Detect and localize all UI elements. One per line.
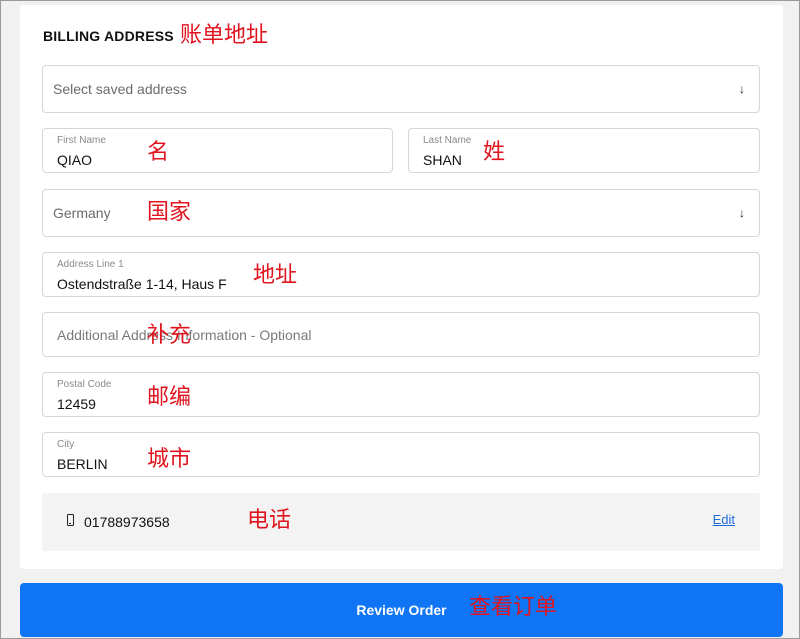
first-name-annotation: 名	[147, 140, 170, 165]
last-name-annotation: 姓	[483, 140, 506, 165]
postal-code-label: Postal Code	[57, 379, 112, 390]
phone-section: 01788973658 电话 Edit	[42, 493, 760, 551]
additional-info-annotation: 补充	[147, 323, 192, 348]
first-name-value: QIAO	[57, 152, 93, 168]
arrow-down-icon: ↓	[739, 206, 745, 220]
arrow-down-icon: ↓	[739, 82, 745, 96]
address-annotation: 地址	[253, 263, 298, 288]
edit-phone-link[interactable]: Edit	[713, 512, 735, 527]
postal-code-annotation: 邮编	[147, 385, 192, 410]
review-order-annotation: 查看订单	[469, 595, 558, 620]
phone-icon	[67, 514, 74, 526]
city-value: BERLIN	[57, 456, 108, 472]
last-name-label: Last Name	[423, 135, 472, 146]
first-name-field[interactable]: First Name QIAO	[42, 128, 393, 173]
review-order-button[interactable]: Review Order	[20, 583, 783, 637]
country-value: Germany	[53, 205, 111, 221]
billing-address-card: BILLING ADDRESS 账单地址 Select saved addres…	[20, 5, 783, 569]
postal-code-value: 12459	[57, 396, 96, 412]
first-name-label: First Name	[57, 135, 106, 146]
city-label: City	[57, 439, 75, 450]
address-line1-field[interactable]: Address Line 1 Ostendstraße 1-14, Haus F	[42, 252, 760, 297]
last-name-value: SHAN	[423, 152, 462, 168]
address-line1-value: Ostendstraße 1-14, Haus F	[57, 276, 227, 292]
section-title: BILLING ADDRESS	[43, 28, 174, 44]
country-annotation: 国家	[147, 200, 192, 225]
phone-number: 01788973658	[84, 514, 170, 530]
last-name-field[interactable]: Last Name SHAN	[408, 128, 760, 173]
phone-annotation: 电话	[247, 508, 292, 533]
address-line1-label: Address Line 1	[57, 259, 124, 270]
section-title-annotation: 账单地址	[180, 23, 269, 48]
city-annotation: 城市	[147, 447, 192, 472]
saved-address-placeholder: Select saved address	[53, 81, 187, 97]
saved-address-select[interactable]: Select saved address ↓	[42, 65, 760, 113]
